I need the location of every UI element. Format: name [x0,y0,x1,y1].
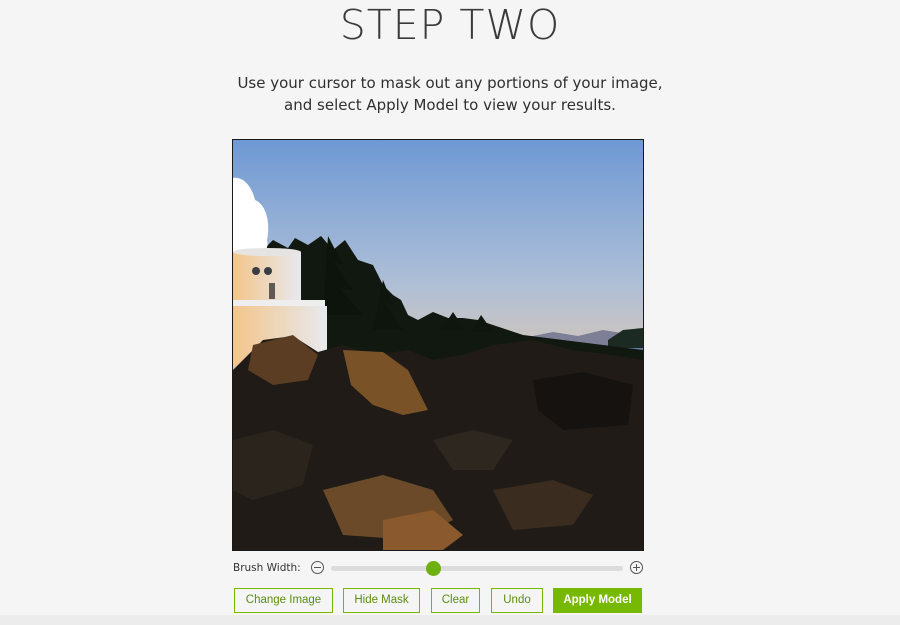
zoom-out-icon[interactable] [311,561,324,574]
brush-width-control: Brush Width: [233,560,643,578]
clear-button[interactable]: Clear [431,588,480,613]
instructions: Use your cursor to mask out any portions… [0,72,900,116]
instructions-line-1: Use your cursor to mask out any portions… [237,74,663,92]
slider-thumb[interactable] [426,561,442,576]
undo-button[interactable]: Undo [491,588,543,613]
zoom-in-icon[interactable] [630,561,643,574]
instructions-line-2: and select Apply Model to view your resu… [284,96,616,114]
page-title: STEP TWO [339,1,561,49]
brush-width-label: Brush Width: [233,562,301,574]
apply-model-button[interactable]: Apply Model [553,588,642,613]
hide-mask-button[interactable]: Hide Mask [343,588,420,613]
brush-width-slider[interactable] [331,561,623,576]
lighthouse-photo [233,140,643,550]
change-image-button[interactable]: Change Image [234,588,333,613]
footer-strip [0,615,900,625]
image-canvas[interactable] [232,139,644,551]
page: STEP TWO Use your cursor to mask out any… [0,0,900,625]
